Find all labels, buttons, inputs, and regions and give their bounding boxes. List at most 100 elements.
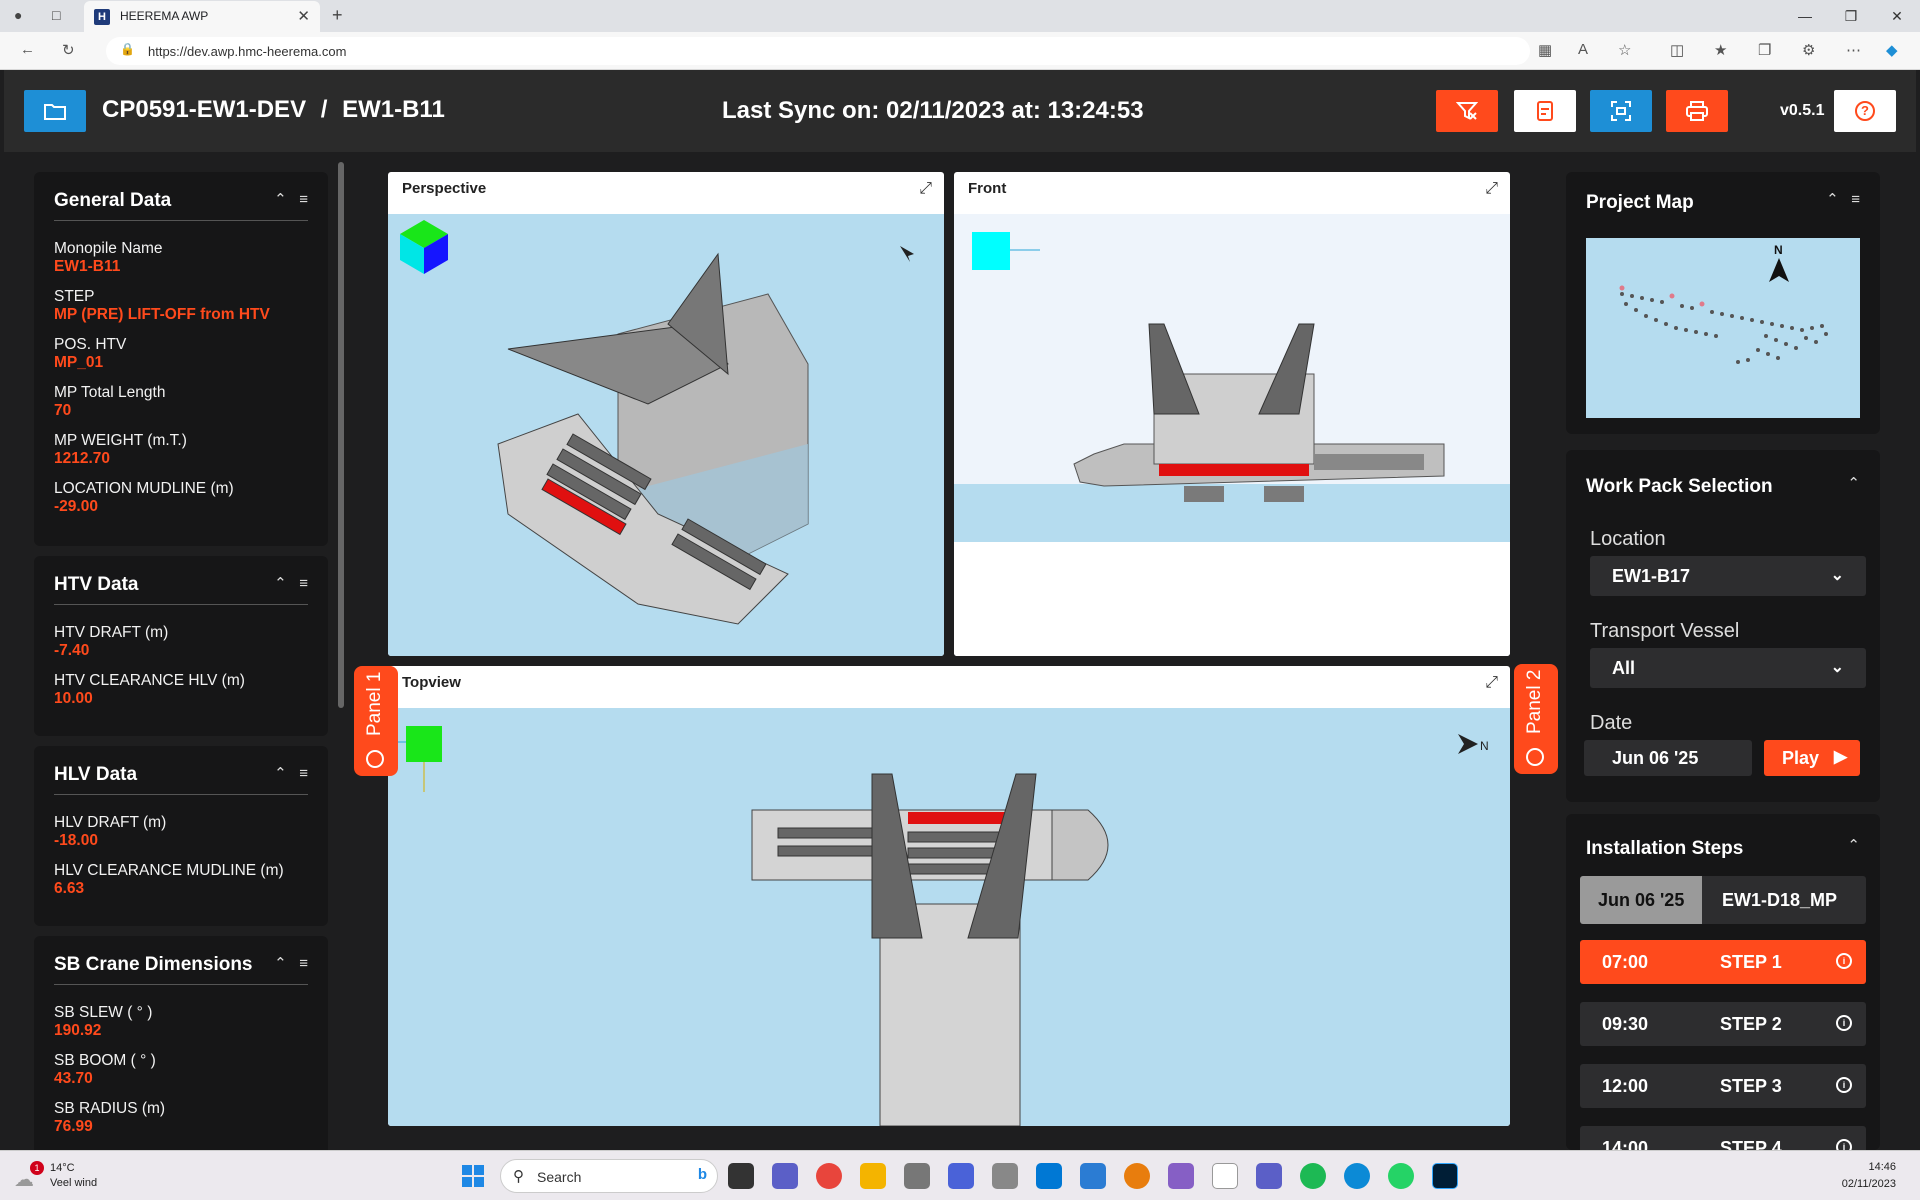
filter-lines-icon[interactable]: ≡ bbox=[299, 575, 308, 592]
whatsapp-icon[interactable] bbox=[1388, 1163, 1414, 1189]
panel-toggle-icon bbox=[1526, 748, 1544, 766]
profile-icon[interactable]: ● bbox=[14, 7, 22, 23]
perspective-viewport[interactable]: Perspective ⤢ bbox=[388, 172, 944, 656]
help-icon: ? bbox=[1855, 101, 1875, 121]
date-label: Date bbox=[1590, 712, 1633, 734]
favorite-star-icon[interactable]: ☆ bbox=[1618, 41, 1631, 59]
step-row[interactable]: 14:00 STEP 4 i bbox=[1580, 1126, 1866, 1150]
document-button[interactable] bbox=[1514, 90, 1576, 132]
info-icon[interactable]: i bbox=[1836, 953, 1852, 969]
location-code: EW1-B11 bbox=[342, 96, 445, 123]
expand-icon[interactable]: ⤢ bbox=[919, 180, 932, 198]
field-label: SB BOOM ( ° ) bbox=[54, 1052, 156, 1069]
task-view-icon[interactable] bbox=[728, 1163, 754, 1189]
favorites-icon[interactable]: ★ bbox=[1714, 41, 1727, 59]
project-map[interactable]: N bbox=[1586, 238, 1860, 418]
file-explorer-icon[interactable] bbox=[860, 1163, 886, 1189]
tab-actions-icon[interactable]: □ bbox=[52, 7, 60, 23]
collapse-icon[interactable]: ⌃ bbox=[1847, 474, 1860, 492]
app-icon[interactable] bbox=[904, 1163, 930, 1189]
step-row[interactable]: 09:30 STEP 2 i bbox=[1580, 1002, 1866, 1046]
split-screen-icon[interactable]: ◫ bbox=[1670, 41, 1684, 59]
open-folder-button[interactable] bbox=[24, 90, 86, 132]
location-select[interactable]: EW1-B17 ⌄ bbox=[1590, 556, 1866, 596]
collapse-icon[interactable]: ⌃ bbox=[1847, 836, 1860, 854]
filter-lines-icon[interactable]: ≡ bbox=[1851, 191, 1860, 208]
print-button[interactable] bbox=[1666, 90, 1728, 132]
back-icon[interactable]: ← bbox=[20, 41, 35, 58]
vscode-icon[interactable] bbox=[1036, 1163, 1062, 1189]
app-available-icon[interactable]: ▦ bbox=[1538, 41, 1552, 59]
left-panel-scrollbar[interactable] bbox=[338, 162, 344, 708]
vessel-topview-render: N bbox=[388, 726, 1489, 1126]
more-menu-icon[interactable]: ⋯ bbox=[1846, 41, 1861, 59]
weather-description: Veel wind bbox=[50, 1177, 98, 1189]
front-viewport[interactable]: Front ⤢ bbox=[954, 172, 1510, 656]
sb-crane-card: SB Crane Dimensions ⌃ ≡ SB SLEW ( ° ) 19… bbox=[34, 936, 328, 1150]
play-label: Play bbox=[1782, 748, 1820, 768]
spotify-icon[interactable] bbox=[1300, 1163, 1326, 1189]
field-value: MP (PRE) LIFT-OFF from HTV bbox=[54, 306, 270, 323]
step-name: STEP 2 bbox=[1720, 1014, 1782, 1034]
weather-widget[interactable]: ☁ 1 bbox=[14, 1161, 44, 1191]
url-field[interactable]: 🔒 https://dev.awp.hmc-heerema.com bbox=[106, 37, 1530, 65]
collapse-icon[interactable]: ⌃ bbox=[274, 191, 287, 208]
vessel-select[interactable]: All ⌄ bbox=[1590, 648, 1866, 688]
extensions-icon[interactable]: ⚙ bbox=[1802, 41, 1815, 59]
filter-clear-button[interactable] bbox=[1436, 90, 1498, 132]
general-data-title: General Data bbox=[54, 190, 172, 211]
left-info-panel[interactable]: General Data ⌃ ≡ Monopile Name EW1-B11 S… bbox=[32, 172, 332, 1150]
copilot-icon[interactable]: ◆ bbox=[1886, 41, 1898, 59]
collapse-icon[interactable]: ⌃ bbox=[274, 765, 287, 782]
collapse-icon[interactable]: ⌃ bbox=[1826, 191, 1839, 208]
read-aloud-icon[interactable]: A bbox=[1578, 41, 1588, 58]
info-icon[interactable]: i bbox=[1836, 1139, 1852, 1150]
filter-lines-icon[interactable]: ≡ bbox=[299, 191, 308, 208]
visual-studio-icon[interactable] bbox=[1168, 1163, 1194, 1189]
expand-icon[interactable]: ⤢ bbox=[1485, 180, 1498, 198]
browser-tab[interactable]: H HEEREMA AWP ✕ bbox=[84, 1, 320, 32]
collapse-icon[interactable]: ⌃ bbox=[274, 955, 287, 972]
step-row[interactable]: 12:00 STEP 3 i bbox=[1580, 1064, 1866, 1108]
filter-lines-icon[interactable]: ≡ bbox=[299, 955, 308, 972]
step-row-active[interactable]: 07:00 STEP 1 i bbox=[1580, 940, 1866, 984]
date-input[interactable]: Jun 06 '25 bbox=[1584, 740, 1752, 776]
step-name: STEP 4 bbox=[1720, 1138, 1782, 1150]
app-icon[interactable] bbox=[1212, 1163, 1238, 1189]
photoshop-icon[interactable] bbox=[1432, 1163, 1458, 1189]
blender-icon[interactable] bbox=[1124, 1163, 1150, 1189]
field-value: 10.00 bbox=[54, 690, 93, 707]
refresh-icon[interactable]: ↻ bbox=[62, 41, 75, 59]
panel-1-toggle[interactable]: Panel 1 bbox=[354, 666, 398, 776]
topview-viewport[interactable]: Topview ⤢ N bbox=[388, 666, 1510, 1126]
teams-icon[interactable] bbox=[1256, 1163, 1282, 1189]
filter-lines-icon[interactable]: ≡ bbox=[299, 765, 308, 782]
chat-icon[interactable] bbox=[772, 1163, 798, 1189]
restore-icon[interactable]: ❐ bbox=[1828, 0, 1874, 32]
help-button[interactable]: ? bbox=[1834, 90, 1896, 132]
step-name: STEP 1 bbox=[1720, 952, 1782, 972]
minimize-icon[interactable]: — bbox=[1782, 0, 1828, 32]
expand-icon[interactable]: ⤢ bbox=[1485, 674, 1498, 692]
taskbar-search[interactable]: ⚲ Search b bbox=[500, 1159, 718, 1193]
panel-2-toggle[interactable]: Panel 2 bbox=[1514, 664, 1558, 774]
app-icon[interactable] bbox=[1080, 1163, 1106, 1189]
chrome-icon[interactable] bbox=[816, 1163, 842, 1189]
new-tab-icon[interactable]: + bbox=[332, 5, 343, 26]
play-button[interactable]: Play ▶ bbox=[1764, 740, 1860, 776]
info-icon[interactable]: i bbox=[1836, 1077, 1852, 1093]
close-tab-icon[interactable]: ✕ bbox=[297, 7, 310, 25]
collections-icon[interactable]: ❐ bbox=[1758, 41, 1771, 59]
windows-start-icon[interactable] bbox=[462, 1165, 484, 1187]
perspective-scene bbox=[388, 214, 944, 656]
close-window-icon[interactable]: ✕ bbox=[1874, 0, 1920, 32]
panel-toggle-icon bbox=[366, 750, 384, 768]
app-icon[interactable] bbox=[992, 1163, 1018, 1189]
info-icon[interactable]: i bbox=[1836, 1015, 1852, 1031]
collapse-icon[interactable]: ⌃ bbox=[274, 575, 287, 592]
screenshot-button[interactable] bbox=[1590, 90, 1652, 132]
browser-tab-bar: ● □ H HEEREMA AWP ✕ + — ❐ ✕ bbox=[0, 0, 1920, 32]
folder-icon bbox=[44, 104, 66, 120]
edge-icon[interactable] bbox=[1344, 1163, 1370, 1189]
app-icon[interactable] bbox=[948, 1163, 974, 1189]
